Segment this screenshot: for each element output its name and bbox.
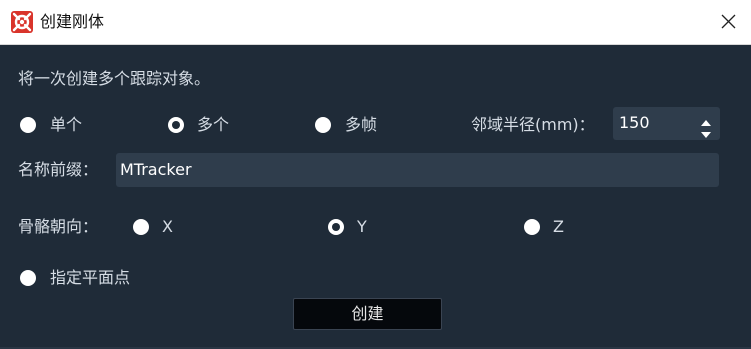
name-prefix-input[interactable]: MTracker <box>116 153 719 187</box>
create-button[interactable]: 创建 <box>293 298 442 330</box>
window-title: 创建刚体 <box>40 12 105 31</box>
mode-multiframe-label[interactable]: 多帧 <box>345 115 377 135</box>
mode-multiframe-radio[interactable] <box>315 117 331 133</box>
bone-orientation-label: 骨骼朝向： <box>18 217 99 236</box>
plane-point-radio[interactable] <box>20 270 36 286</box>
mode-multiple-label[interactable]: 多个 <box>197 115 229 135</box>
mode-single-radio[interactable] <box>20 117 36 133</box>
orientation-x-radio[interactable] <box>133 219 149 235</box>
app-logo-icon <box>11 11 33 33</box>
spin-down-icon[interactable] <box>700 125 712 138</box>
mode-single-label[interactable]: 单个 <box>50 115 82 135</box>
orientation-z-label[interactable]: Z <box>553 217 564 237</box>
orientation-x-label[interactable]: X <box>162 217 173 237</box>
close-icon <box>721 14 736 29</box>
name-prefix-label: 名称前缀： <box>18 160 99 179</box>
spin-up-icon[interactable] <box>700 113 712 126</box>
create-rigid-body-dialog: 创建刚体 将一次创建多个跟踪对象。 单个 多个 多帧 邻域半径(mm)： 150 <box>0 0 751 349</box>
plane-point-label[interactable]: 指定平面点 <box>50 268 130 288</box>
orientation-y-label[interactable]: Y <box>357 217 367 237</box>
neighborhood-radius-spinbox[interactable]: 150 <box>613 107 720 140</box>
close-button[interactable] <box>705 0 751 44</box>
dialog-body: 将一次创建多个跟踪对象。 单个 多个 多帧 邻域半径(mm)： 150 名称前缀… <box>0 45 751 349</box>
mode-multiple-radio[interactable] <box>168 117 184 133</box>
description-text: 将一次创建多个跟踪对象。 <box>18 69 211 88</box>
orientation-z-radio[interactable] <box>524 219 540 235</box>
neighborhood-radius-value[interactable]: 150 <box>619 113 650 133</box>
title-bar: 创建刚体 <box>0 0 751 45</box>
neighborhood-radius-label: 邻域半径(mm)： <box>471 115 595 134</box>
orientation-y-radio[interactable] <box>328 219 344 235</box>
